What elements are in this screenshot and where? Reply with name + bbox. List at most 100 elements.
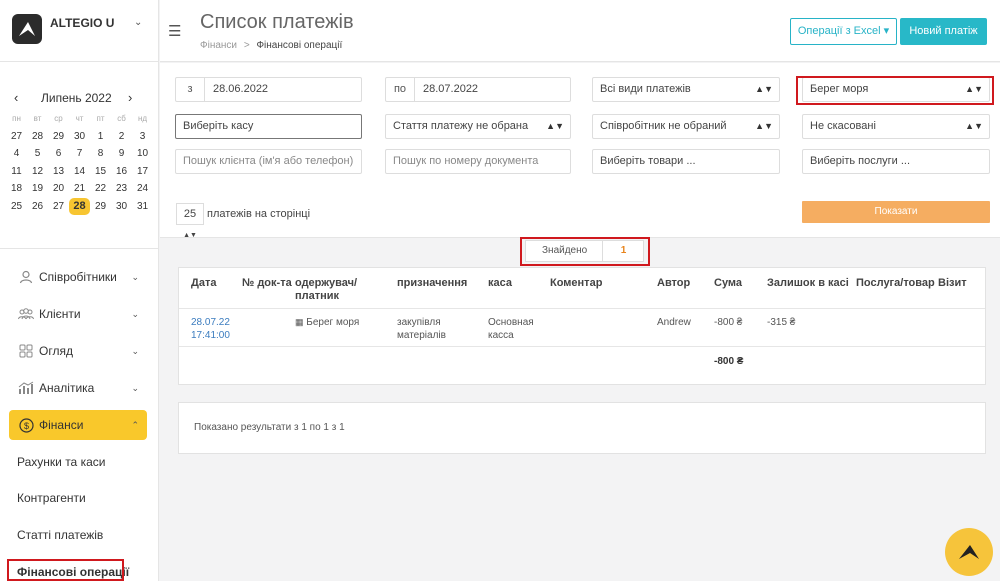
calendar-day[interactable]: 21 — [69, 180, 90, 198]
document-search-input[interactable]: Пошук по номеру документа — [385, 149, 571, 174]
calendar-day[interactable]: 5 — [27, 145, 48, 163]
calendar-day[interactable]: 4 — [6, 145, 27, 163]
calendar-day[interactable]: 29 — [48, 128, 69, 146]
calendar-day[interactable]: 18 — [6, 180, 27, 198]
date-to-prefix: по — [386, 78, 415, 101]
calendar-prev-button[interactable]: ‹ — [14, 90, 18, 105]
calendar-day[interactable]: 6 — [48, 145, 69, 163]
calendar-day[interactable]: 14 — [69, 163, 90, 181]
column-header[interactable]: Послуга/товар — [856, 277, 935, 290]
calendar-day[interactable]: 11 — [6, 163, 27, 181]
calendar-day[interactable]: 30 — [69, 128, 90, 146]
column-header[interactable]: Сума — [714, 277, 742, 290]
calendar-day[interactable]: 24 — [132, 180, 153, 198]
client-search-input[interactable]: Пошук клієнта (ім'я або телефон) — [175, 149, 362, 174]
payment-type-value: Всі види платежів — [600, 83, 691, 95]
calendar-day[interactable]: 17 — [132, 163, 153, 181]
calendar-day[interactable]: 27 — [6, 128, 27, 146]
row-date[interactable]: 28.07.22 17:41:00 — [191, 316, 236, 342]
date-from-field[interactable]: з 28.06.2022 — [175, 77, 362, 102]
calendar-day[interactable]: 8 — [90, 145, 111, 163]
cash-select[interactable]: Виберіть касу — [175, 114, 362, 139]
column-header[interactable]: одержувач/ платник — [295, 277, 375, 303]
calendar-day[interactable]: 2 — [111, 128, 132, 146]
employee-select[interactable]: Співробітник не обраний ▲▼ — [592, 114, 780, 139]
sidebar-item-overview[interactable]: Огляд ⌄ — [9, 336, 147, 366]
column-header[interactable]: № док-та — [242, 277, 292, 290]
calendar-day[interactable]: 22 — [90, 180, 111, 198]
sidebar-item-clients[interactable]: Клієнти ⌄ — [9, 299, 147, 329]
calendar-day[interactable]: 20 — [48, 180, 69, 198]
chevron-down-icon[interactable]: ⌄ — [134, 17, 142, 28]
altegio-logo-icon — [959, 545, 979, 559]
date-from-prefix: з — [176, 78, 205, 101]
calendar-day[interactable]: 28 — [69, 197, 90, 215]
excel-operations-button[interactable]: Операції з Excel ▾ — [790, 18, 897, 45]
dollar-icon: $ — [18, 417, 34, 433]
calendar-day[interactable]: 3 — [132, 128, 153, 146]
column-header[interactable]: Коментар — [550, 277, 602, 290]
calendar-day[interactable]: 12 — [27, 163, 48, 181]
date-to-field[interactable]: по 28.07.2022 — [385, 77, 571, 102]
chevron-down-icon: ⌄ — [131, 271, 139, 282]
per-page-label: платежів на сторінці — [207, 208, 311, 220]
row-cash: Основная касса — [488, 317, 534, 341]
show-button[interactable]: Показати — [802, 201, 990, 223]
sidebar-subitem-accounts[interactable]: Рахунки та каси — [17, 455, 105, 469]
sidebar-item-finance[interactable]: $ Фінанси ⌃ — [9, 410, 147, 440]
calendar-day[interactable]: 26 — [27, 198, 48, 216]
calendar-day[interactable]: 23 — [111, 180, 132, 198]
menu-icon[interactable]: ☰ — [168, 22, 181, 40]
altegio-chat-button[interactable] — [945, 528, 993, 576]
company-name: ALTEGIO U — [50, 16, 115, 30]
chevron-down-icon: ⌄ — [131, 345, 139, 356]
calendar-day[interactable]: 29 — [90, 198, 111, 216]
column-header[interactable]: Візит — [938, 277, 967, 290]
altegio-logo-icon — [12, 14, 42, 44]
sidebar-item-analytics[interactable]: Аналітика ⌄ — [9, 373, 147, 403]
breadcrumb-current: Фінансові операції — [256, 40, 343, 51]
calendar-day[interactable]: 25 — [6, 198, 27, 216]
payment-article-select[interactable]: Стаття платежу не обрана ▲▼ — [385, 114, 571, 139]
sidebar-subitem-payment-articles[interactable]: Статті платежів — [17, 528, 103, 542]
brand-switcher[interactable]: ALTEGIO U ⌄ — [0, 0, 159, 62]
calendar-day[interactable]: 13 — [48, 163, 69, 181]
column-header[interactable]: Залишок в касі — [767, 277, 849, 290]
per-page-select[interactable]: 25 ▲▼ — [176, 203, 204, 239]
highlight-box — [7, 559, 124, 581]
chevron-down-icon: ⌄ — [131, 382, 139, 393]
sidebar-subitem-counterparties[interactable]: Контрагенти — [17, 491, 86, 505]
calendar-day[interactable]: 9 — [111, 145, 132, 163]
goods-select[interactable]: Виберіть товари ... — [592, 149, 780, 174]
grid-icon — [18, 343, 34, 359]
column-header[interactable]: Дата — [191, 277, 216, 290]
select-arrows-icon: ▲▼ — [755, 84, 773, 94]
sidebar-item-employees[interactable]: Співробітники ⌄ — [9, 262, 147, 292]
calendar-day[interactable]: 16 — [111, 163, 132, 181]
calendar-day[interactable]: 27 — [48, 198, 69, 216]
column-header[interactable]: призначення — [397, 277, 467, 290]
cash-value: Виберіть касу — [183, 120, 254, 132]
calendar-day[interactable]: 15 — [90, 163, 111, 181]
row-payee-name: Берег моря — [306, 317, 360, 328]
sidebar: ALTEGIO U ⌄ ‹ Липень 2022 › пн вт ср чт пт сб… — [0, 0, 159, 581]
highlight-box — [796, 76, 994, 105]
calendar-day[interactable]: 19 — [27, 180, 48, 198]
cancel-state-select[interactable]: Не скасовані ▲▼ — [802, 114, 990, 139]
calendar-day[interactable]: 7 — [69, 145, 90, 163]
breadcrumb-separator: > — [243, 40, 250, 51]
column-header[interactable]: каса — [488, 277, 512, 290]
new-payment-button[interactable]: Новий платіж — [900, 18, 987, 45]
sidebar-item-label: Огляд — [39, 344, 73, 358]
calendar-next-button[interactable]: › — [128, 90, 132, 105]
calendar-day[interactable]: 31 — [132, 198, 153, 216]
cancel-state-value: Не скасовані — [810, 120, 876, 132]
calendar-day[interactable]: 28 — [27, 128, 48, 146]
services-select[interactable]: Виберіть послуги ... — [802, 149, 990, 174]
calendar-day[interactable]: 10 — [132, 145, 153, 163]
column-header[interactable]: Автор — [657, 277, 690, 290]
calendar-day[interactable]: 30 — [111, 198, 132, 216]
payment-type-select[interactable]: Всі види платежів ▲▼ — [592, 77, 780, 102]
breadcrumb-parent[interactable]: Фінанси — [200, 40, 237, 51]
calendar-day[interactable]: 1 — [90, 128, 111, 146]
